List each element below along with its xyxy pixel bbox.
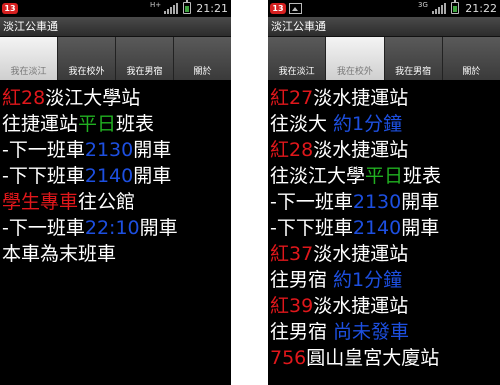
image-notification-icon bbox=[289, 3, 302, 14]
arrival-estimate: 尚未發車 bbox=[333, 321, 410, 343]
schedule-line: -下一班車22:10開車 bbox=[2, 215, 231, 241]
stop-name: 淡水捷運站 bbox=[313, 87, 409, 109]
signal-icon bbox=[164, 3, 178, 14]
schedule-line: -下下班車2140開車 bbox=[270, 215, 500, 241]
network-type: 3G bbox=[418, 1, 428, 9]
direction-text: 往男宿 bbox=[270, 269, 334, 291]
tab-bar: 我在淡江 我在校外 我在男宿 關於 bbox=[0, 37, 231, 80]
tab-off-campus[interactable]: 我在校外 bbox=[58, 37, 116, 80]
tab-at-tamkang[interactable]: 我在淡江 bbox=[0, 37, 58, 80]
schedule-line: -下一班車2130開車 bbox=[270, 189, 500, 215]
phone-screen-left: 13 H+ 21:21 淡江公車通 我在淡江 我在校外 我在男宿 關於 紅28淡… bbox=[0, 0, 231, 385]
status-bar: 13 3G 21:22 bbox=[268, 0, 500, 17]
schedule-line: 紅28淡江大學站 bbox=[2, 85, 231, 111]
schedule-line: 本車為末班車 bbox=[2, 241, 231, 267]
tab-at-tamkang[interactable]: 我在淡江 bbox=[268, 37, 327, 80]
stop-name: 圓山皇宮大廈站 bbox=[306, 347, 440, 369]
day-type: 平日 bbox=[365, 165, 404, 187]
stop-name: 淡水捷運站 bbox=[313, 243, 409, 265]
next-bus-label: -下一班車 bbox=[2, 217, 85, 239]
schedule-line: 學生專車往公館 bbox=[2, 189, 231, 215]
depart-text: 開車 bbox=[133, 165, 172, 187]
direction-text: 往淡大 bbox=[270, 113, 334, 135]
schedule-line: -下一班車2130開車 bbox=[2, 137, 231, 163]
next-bus-label: -下一班車 bbox=[270, 191, 353, 213]
tab-bar: 我在淡江 我在校外 我在男宿 關於 bbox=[268, 37, 500, 80]
notification-badge-icon: 13 bbox=[270, 3, 286, 14]
schedule-line: 往淡江大學平日班表 bbox=[270, 163, 500, 189]
departure-time: 22:10 bbox=[84, 217, 140, 239]
stop-name: 淡水捷運站 bbox=[313, 139, 409, 161]
route-name: 紅39 bbox=[270, 295, 314, 317]
route-name: 紅28 bbox=[2, 87, 46, 109]
stop-name: 淡水捷運站 bbox=[313, 295, 409, 317]
departure-time: 2130 bbox=[352, 191, 402, 213]
route-name: 756 bbox=[270, 347, 307, 369]
tab-label: 我在淡江 bbox=[10, 67, 47, 77]
day-type: 平日 bbox=[78, 113, 117, 135]
route-name: 紅27 bbox=[270, 87, 314, 109]
timetable-text: 班表 bbox=[403, 165, 442, 187]
next-bus-label: -下一班車 bbox=[2, 139, 85, 161]
tab-label: 關於 bbox=[462, 67, 481, 77]
battery-icon bbox=[451, 0, 459, 14]
battery-icon bbox=[183, 0, 191, 14]
last-bus-note: 本車為末班車 bbox=[2, 243, 117, 265]
tab-label: 關於 bbox=[193, 67, 212, 77]
signal-icon bbox=[432, 3, 446, 14]
depart-text: 開車 bbox=[401, 217, 440, 239]
app-title: 淡江公車通 bbox=[268, 17, 500, 37]
clock: 21:22 bbox=[465, 2, 497, 15]
tab-label: 我在校外 bbox=[68, 67, 105, 77]
schedule-line: 紅37淡水捷運站 bbox=[270, 241, 500, 267]
route-name: 學生專車 bbox=[2, 191, 79, 213]
bus-schedule-content: 紅28淡江大學站 往捷運站平日班表 -下一班車2130開車 -下下班車2140開… bbox=[2, 85, 231, 267]
stop-name: 淡江大學站 bbox=[45, 87, 141, 109]
schedule-line: 紅27淡水捷運站 bbox=[270, 85, 500, 111]
route-name: 紅37 bbox=[270, 243, 314, 265]
direction-text: 往公館 bbox=[78, 191, 136, 213]
arrival-estimate: 約1分鐘 bbox=[333, 113, 403, 135]
schedule-line: 紅39淡水捷運站 bbox=[270, 293, 500, 319]
notification-badge-icon: 13 bbox=[2, 3, 18, 14]
network-type: H+ bbox=[150, 1, 162, 9]
tab-off-campus[interactable]: 我在校外 bbox=[326, 37, 385, 80]
schedule-line: 往淡大 約1分鐘 bbox=[270, 111, 500, 137]
direction-text: 往淡江大學 bbox=[270, 165, 366, 187]
phone-screen-right: 13 3G 21:22 淡江公車通 我在淡江 我在校外 我在男宿 關於 紅27淡… bbox=[268, 0, 500, 385]
next-next-bus-label: -下下班車 bbox=[2, 165, 85, 187]
tab-about[interactable]: 關於 bbox=[442, 37, 500, 80]
depart-text: 開車 bbox=[139, 217, 178, 239]
schedule-line: 往捷運站平日班表 bbox=[2, 111, 231, 137]
schedule-line: 紅28淡水捷運站 bbox=[270, 137, 500, 163]
direction-text: 往男宿 bbox=[270, 321, 334, 343]
schedule-line: 往男宿 尚未發車 bbox=[270, 319, 500, 345]
tab-label: 我在男宿 bbox=[395, 67, 432, 77]
depart-text: 開車 bbox=[401, 191, 440, 213]
schedule-line: 往男宿 約1分鐘 bbox=[270, 267, 500, 293]
status-bar: 13 H+ 21:21 bbox=[0, 0, 231, 17]
depart-text: 開車 bbox=[133, 139, 172, 161]
departure-time: 2140 bbox=[84, 165, 134, 187]
route-name: 紅28 bbox=[270, 139, 314, 161]
tab-label: 我在校外 bbox=[336, 67, 373, 77]
departure-time: 2140 bbox=[352, 217, 402, 239]
arrival-estimate: 約1分鐘 bbox=[333, 269, 403, 291]
timetable-text: 班表 bbox=[116, 113, 155, 135]
app-title: 淡江公車通 bbox=[0, 17, 231, 37]
direction-text: 往捷運站 bbox=[2, 113, 79, 135]
tab-label: 我在男宿 bbox=[126, 67, 163, 77]
schedule-line: -下下班車2140開車 bbox=[2, 163, 231, 189]
tab-about[interactable]: 關於 bbox=[174, 37, 231, 80]
tab-label: 我在淡江 bbox=[278, 67, 315, 77]
tab-at-dorm[interactable]: 我在男宿 bbox=[116, 37, 174, 80]
schedule-line: 756圓山皇宮大廈站 bbox=[270, 345, 500, 371]
clock: 21:21 bbox=[196, 2, 228, 15]
bus-schedule-content: 紅27淡水捷運站 往淡大 約1分鐘 紅28淡水捷運站 往淡江大學平日班表 -下一… bbox=[270, 85, 500, 371]
next-next-bus-label: -下下班車 bbox=[270, 217, 353, 239]
departure-time: 2130 bbox=[84, 139, 134, 161]
tab-at-dorm[interactable]: 我在男宿 bbox=[384, 37, 443, 80]
